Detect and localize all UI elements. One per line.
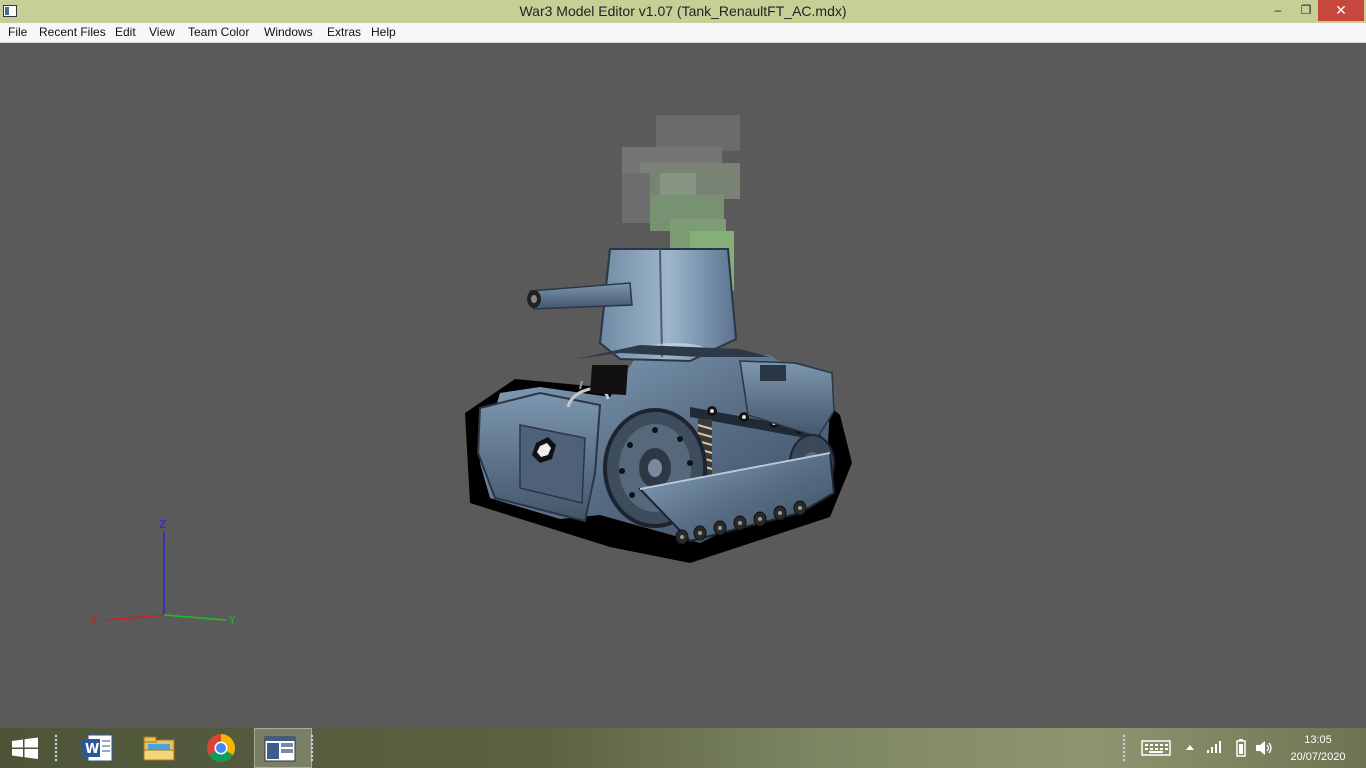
word-taskbar-button[interactable]: W [68, 728, 126, 768]
show-hidden-icons-icon[interactable] [1183, 742, 1197, 754]
clock-time[interactable]: 13:05 [1290, 734, 1346, 746]
taskbar: W 13:05 20/07/2020 [0, 728, 1366, 768]
keyboard-icon[interactable] [1140, 738, 1174, 758]
menu-file[interactable]: File [8, 25, 27, 39]
battery-icon[interactable] [1234, 738, 1248, 758]
menu-bar: File Recent Files Edit View Team Color W… [0, 23, 1366, 43]
windows-logo-icon [12, 737, 38, 759]
model-viewport[interactable]: Z X Y [0, 43, 1366, 728]
menu-edit[interactable]: Edit [115, 25, 136, 39]
menu-team-color[interactable]: Team Color [188, 25, 249, 39]
menu-recent-files[interactable]: Recent Files [39, 25, 106, 39]
chrome-icon [207, 734, 235, 762]
close-button[interactable]: ✕ [1318, 0, 1364, 21]
chrome-taskbar-button[interactable] [192, 728, 250, 768]
model-editor-taskbar-button[interactable] [254, 728, 312, 768]
taskbar-grip [54, 734, 58, 762]
volume-icon[interactable] [1254, 738, 1274, 758]
clock-date[interactable]: 20/07/2020 [1284, 751, 1352, 763]
start-button[interactable] [0, 728, 50, 768]
menu-view[interactable]: View [149, 25, 175, 39]
tank-model [105, 115, 852, 621]
menu-extras[interactable]: Extras [327, 25, 361, 39]
minimize-button[interactable]: – [1262, 0, 1294, 21]
word-icon: W [82, 734, 113, 762]
restore-button[interactable]: ❐ [1294, 0, 1318, 21]
model-editor-icon [264, 736, 296, 762]
file-explorer-icon [143, 736, 175, 761]
tray-grip [1122, 734, 1126, 762]
z-axis-label: Z [159, 518, 167, 531]
tank-cannon [529, 282, 633, 310]
menu-help[interactable]: Help [371, 25, 396, 39]
axis-gizmo [105, 531, 227, 621]
signal-icon[interactable] [1206, 739, 1224, 755]
menu-windows[interactable]: Windows [264, 25, 313, 39]
y-axis-label: Y [229, 614, 236, 627]
window-title: War3 Model Editor v1.07 (Tank_RenaultFT_… [519, 3, 847, 19]
x-axis-label: X [90, 614, 98, 627]
taskbar-grip-2 [310, 734, 314, 762]
svg-text:W: W [85, 742, 99, 757]
explorer-taskbar-button[interactable] [130, 728, 188, 768]
title-bar: War3 Model Editor v1.07 (Tank_RenaultFT_… [0, 0, 1366, 23]
